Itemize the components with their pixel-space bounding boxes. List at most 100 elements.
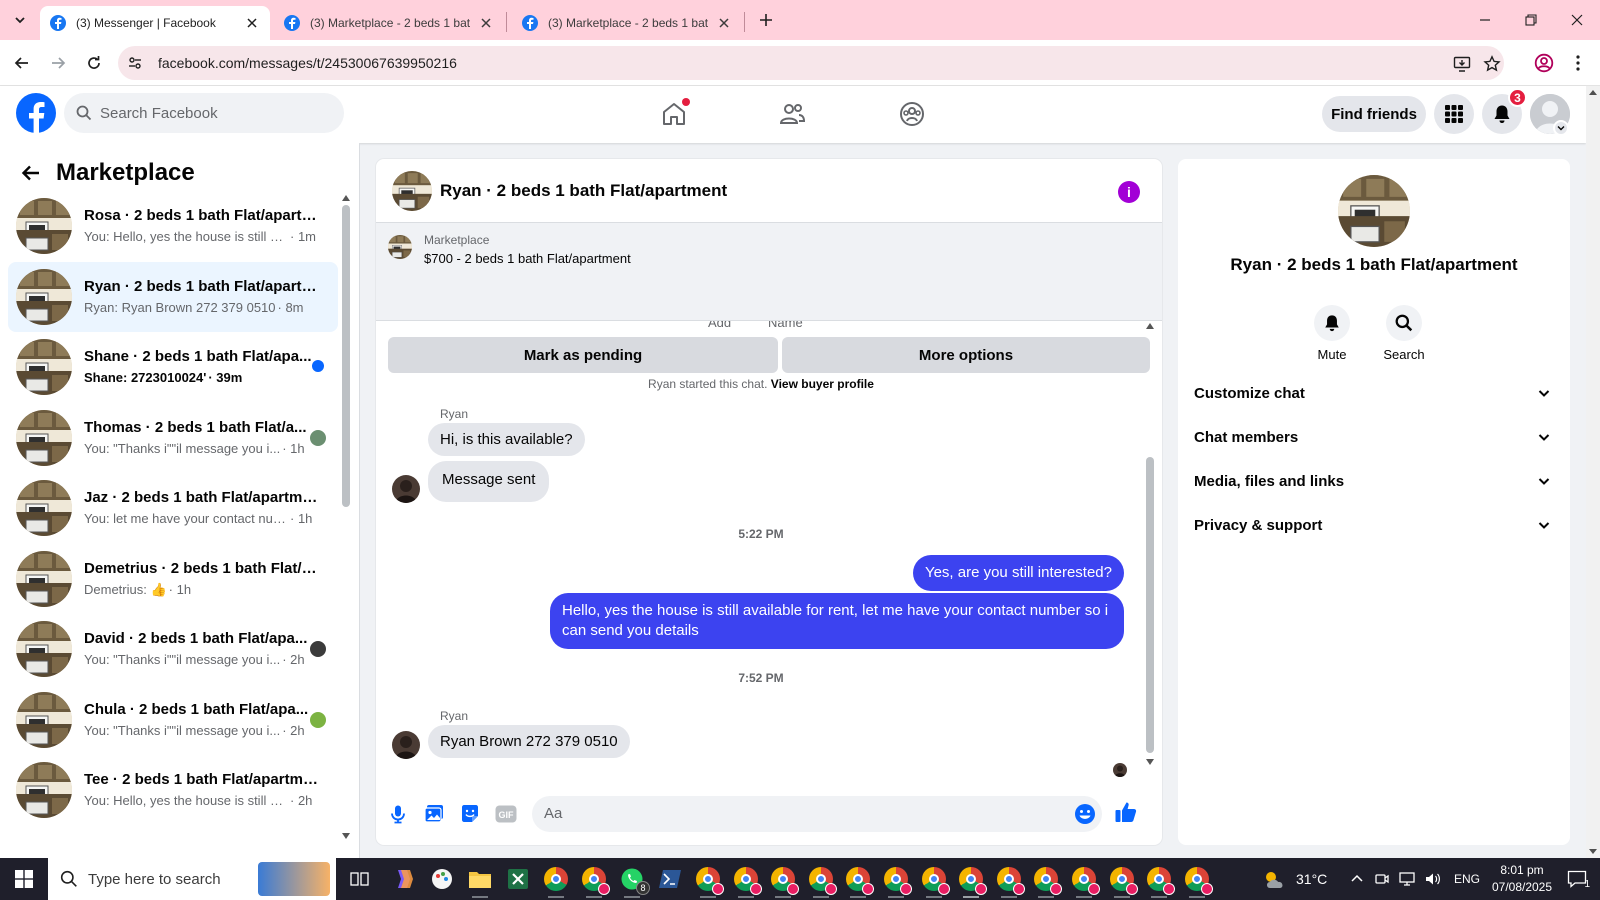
chrome-profile-icon[interactable] — [732, 865, 762, 898]
facebook-logo-icon[interactable] — [16, 93, 56, 133]
scroll-up-arrow-icon[interactable] — [1145, 321, 1155, 331]
scroll-down-arrow-icon[interactable] — [1145, 757, 1155, 767]
chrome-profile-icon[interactable] — [807, 865, 837, 898]
sender-avatar[interactable] — [392, 475, 420, 503]
chat-members-section[interactable]: Chat members — [1194, 417, 1554, 457]
taskbar-search-input[interactable] — [88, 870, 268, 888]
browser-tab-marketplace-2[interactable]: (3) Marketplace - 2 beds 1 bath — [512, 6, 742, 40]
view-buyer-profile-link[interactable]: View buyer profile — [771, 377, 874, 391]
chrome-profile-icon[interactable] — [1183, 865, 1213, 898]
tab-search-button[interactable] — [8, 8, 32, 32]
media-files-links-section[interactable]: Media, files and links — [1194, 461, 1554, 501]
chat-title[interactable]: Ryan · 2 beds 1 bath Flat/apartment — [440, 181, 727, 201]
back-button[interactable] — [10, 51, 34, 75]
chrome-profile-icon[interactable] — [882, 865, 912, 898]
gif-icon[interactable]: GIF — [494, 802, 518, 826]
chat-avatar[interactable] — [392, 171, 432, 211]
nav-groups[interactable] — [894, 96, 930, 132]
file-explorer-icon[interactable] — [466, 865, 494, 898]
scroll-up-arrow-icon[interactable] — [341, 193, 351, 203]
close-tab-icon[interactable] — [478, 15, 494, 31]
notification-center-button[interactable]: 1 — [1562, 866, 1592, 892]
taskbar-search[interactable] — [48, 858, 336, 900]
start-button[interactable] — [0, 858, 48, 900]
paint-icon[interactable] — [428, 865, 456, 893]
listing-price-title[interactable]: $700 - 2 beds 1 bath Flat/apartment — [424, 251, 631, 266]
chrome-profile-icon[interactable] — [844, 865, 875, 898]
conversation-list-scrollbar[interactable] — [342, 205, 350, 507]
mute-button[interactable]: Mute — [1302, 305, 1362, 362]
conversation-item[interactable]: Jaz · 2 beds 1 bath Flat/apartment You: l… — [8, 473, 338, 543]
close-tab-icon[interactable] — [716, 15, 732, 31]
customize-chat-section[interactable]: Customize chat — [1194, 373, 1554, 413]
back-arrow-icon[interactable] — [18, 160, 44, 186]
privacy-support-section[interactable]: Privacy & support — [1194, 505, 1554, 545]
chrome-icon[interactable] — [542, 865, 570, 898]
chrome-profile-icon[interactable] — [1032, 865, 1063, 898]
conversation-item[interactable]: Demetrius · 2 beds 1 bath Flat/a... Demet… — [8, 544, 338, 614]
thumbs-up-icon[interactable] — [1114, 800, 1138, 824]
conversation-item[interactable]: Thomas · 2 beds 1 bath Flat/a... You: "Th… — [8, 403, 338, 473]
page-scrollbar[interactable] — [1586, 86, 1600, 858]
sender-avatar[interactable] — [392, 731, 420, 759]
nav-home[interactable] — [656, 96, 692, 132]
find-friends-button[interactable]: Find friends — [1322, 96, 1426, 132]
powershell-icon[interactable] — [656, 865, 684, 893]
browser-tab-messenger[interactable]: (3) Messenger | Facebook — [40, 6, 270, 40]
outgoing-message[interactable]: Hello, yes the house is still available … — [550, 593, 1124, 649]
emoji-icon[interactable] — [1074, 803, 1096, 825]
facebook-search-bar[interactable] — [64, 93, 344, 133]
browser-menu-icon[interactable] — [1566, 51, 1590, 75]
chrome-profile-icon[interactable] — [1145, 865, 1176, 898]
chrome-profile-icon[interactable] — [580, 865, 610, 898]
scroll-down-arrow-icon[interactable] — [341, 831, 351, 841]
conversation-item[interactable]: Shane · 2 beds 1 bath Flat/apa... Shane: … — [8, 332, 338, 402]
nav-friends[interactable] — [774, 96, 810, 132]
account-chevron-down-icon[interactable] — [1553, 120, 1569, 136]
incoming-message[interactable]: Hi, is this available? — [428, 423, 585, 456]
browser-profile-icon[interactable] — [1532, 51, 1556, 75]
address-bar[interactable]: facebook.com/messages/t/2453006763995021… — [118, 46, 1504, 80]
incoming-message[interactable]: Message sent — [428, 461, 550, 502]
copilot-icon[interactable] — [390, 865, 418, 893]
chrome-profile-icon[interactable] — [694, 865, 724, 898]
whatsapp-icon[interactable]: 8 — [618, 865, 650, 898]
message-input-container[interactable] — [532, 796, 1102, 832]
facebook-search-input[interactable] — [100, 104, 320, 122]
sticker-icon[interactable] — [458, 802, 482, 826]
new-tab-button[interactable] — [754, 8, 778, 32]
microphone-icon[interactable] — [386, 802, 410, 826]
restore-button[interactable] — [1508, 0, 1554, 40]
conversation-avatar[interactable] — [1338, 175, 1410, 247]
weather-widget[interactable]: 31°C — [1262, 858, 1327, 900]
input-language[interactable]: ENG — [1454, 872, 1480, 886]
task-view-icon[interactable] — [346, 865, 374, 893]
conversation-item[interactable]: Tee · 2 beds 1 bath Flat/apartment You: H… — [8, 755, 338, 825]
conversation-info-icon[interactable]: i — [1118, 181, 1140, 203]
outgoing-message[interactable]: Yes, are you still interested? — [912, 555, 1124, 591]
conversation-item[interactable]: Rosa · 2 beds 1 bath Flat/apartm... You: … — [8, 191, 338, 261]
chrome-profile-icon[interactable] — [995, 865, 1025, 898]
site-info-icon[interactable] — [126, 54, 144, 72]
install-app-icon[interactable] — [1452, 54, 1472, 74]
conversation-item[interactable]: Ryan · 2 beds 1 bath Flat/apartm... Ryan:… — [8, 261, 338, 332]
incoming-message[interactable]: Ryan Brown 272 379 0510 — [428, 725, 630, 758]
chrome-profile-icon[interactable] — [920, 865, 950, 898]
close-window-button[interactable] — [1554, 0, 1600, 40]
menu-button[interactable] — [1434, 94, 1474, 134]
taskbar-clock[interactable]: 8:01 pm 07/08/2025 — [1482, 862, 1562, 896]
conversation-item[interactable]: Chula · 2 beds 1 bath Flat/apa... You: "T… — [8, 685, 338, 755]
search-in-conversation-button[interactable]: Search — [1374, 305, 1434, 362]
chrome-profile-icon[interactable] — [1108, 865, 1138, 898]
minimize-button[interactable] — [1462, 0, 1508, 40]
bookmark-star-icon[interactable] — [1482, 54, 1502, 74]
excel-icon[interactable] — [504, 865, 532, 893]
conversation-item[interactable]: David · 2 beds 1 bath Flat/apa... You: "T… — [8, 614, 338, 684]
chrome-profile-icon[interactable] — [957, 865, 988, 898]
message-input[interactable] — [544, 805, 1044, 822]
chrome-profile-icon[interactable] — [1070, 865, 1100, 898]
forward-button[interactable] — [46, 51, 70, 75]
reload-button[interactable] — [82, 51, 106, 75]
close-tab-icon[interactable] — [244, 15, 260, 31]
listing-thumbnail[interactable] — [388, 235, 412, 259]
